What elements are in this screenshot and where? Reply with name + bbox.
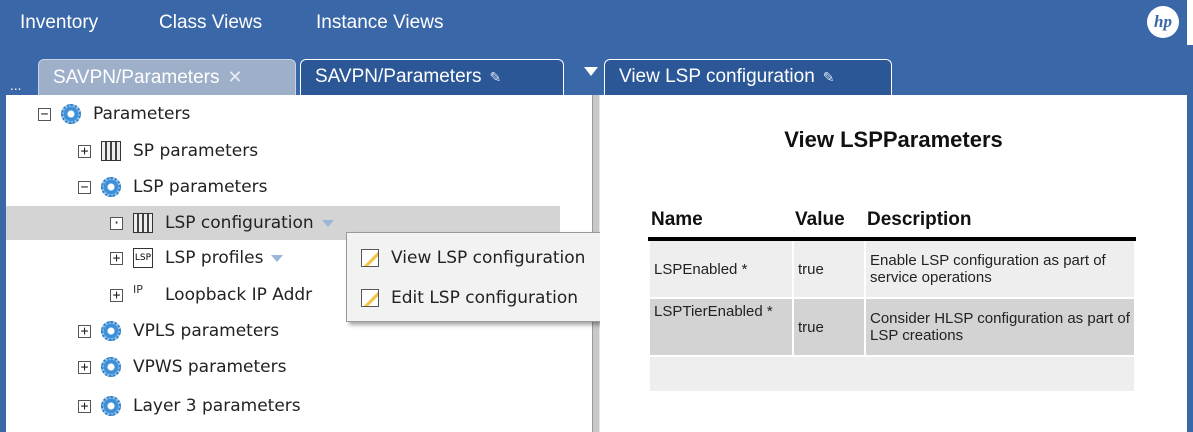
table-row-empty — [648, 355, 1136, 393]
column-header-value: Value — [793, 201, 865, 241]
tab-label: SAVPN/Parameters — [315, 66, 482, 87]
gear-icon — [61, 104, 81, 124]
menu-item-edit-lsp-configuration[interactable]: Edit LSP configuration — [347, 279, 631, 317]
node-menu-dropdown-icon[interactable] — [271, 254, 284, 262]
window-border — [1187, 45, 1193, 432]
loopback-ip-icon: IP — [133, 283, 143, 296]
menu-item-label: View LSP configuration — [391, 248, 586, 268]
param-name: LSPTierEnabled * — [648, 297, 794, 357]
expand-icon[interactable]: + — [78, 360, 91, 374]
tab-savpn-parameters-2[interactable]: SAVPN/Parameters ✎ — [300, 59, 564, 95]
table-row: LSPTierEnabled * true Consider HLSP conf… — [648, 297, 1136, 357]
param-description: Enable LSP configuration as part of serv… — [864, 238, 1136, 299]
pin-icon[interactable]: ✎ — [823, 60, 835, 94]
expand-icon[interactable]: + — [110, 251, 123, 265]
tree-node-label: VPLS parameters — [133, 321, 280, 341]
parameters-table: Name Value Description LSPEnabled * true… — [648, 201, 1136, 393]
tree-node-loopback-ip[interactable]: + IP Loopback IP Addr — [110, 278, 312, 312]
gear-icon — [101, 396, 121, 416]
column-header-name: Name — [649, 201, 793, 241]
gear-icon — [101, 177, 121, 197]
menu-item-label: Edit LSP configuration — [391, 288, 579, 308]
expand-icon[interactable]: + — [78, 399, 91, 413]
close-icon[interactable]: ✕ — [227, 67, 242, 87]
tree-node-layer3-parameters[interactable]: + Layer 3 parameters — [78, 389, 301, 423]
param-description: Consider HLSP configuration as part of L… — [864, 297, 1136, 357]
tab-view-lsp-configuration[interactable]: View LSP configuration ✎ — [604, 59, 892, 95]
param-name: LSPEnabled * — [648, 238, 794, 299]
pin-icon[interactable]: ✎ — [489, 60, 501, 94]
menu-instance-views[interactable]: Instance Views — [316, 12, 443, 34]
tab-label: SAVPN/Parameters — [53, 67, 220, 88]
tree-node-label: VPWS parameters — [133, 357, 287, 377]
tree-node-vpws-parameters[interactable]: + VPWS parameters — [78, 350, 287, 384]
tree-node-lsp-profiles[interactable]: + LSP LSP profiles — [110, 241, 284, 275]
menu-bar: Inventory Class Views Instance Views hp — [6, 0, 1187, 45]
collapse-icon[interactable]: − — [78, 180, 91, 194]
node-menu-dropdown-icon[interactable] — [321, 219, 334, 227]
expand-icon[interactable]: + — [78, 324, 91, 338]
tree-node-label: LSP parameters — [133, 177, 268, 197]
page-title: View LSPParameters — [784, 127, 1003, 152]
tree-node-label: SP parameters — [133, 141, 259, 161]
expand-icon[interactable]: + — [110, 288, 123, 302]
column-header-description: Description — [865, 201, 1135, 241]
tab-strip: ... SAVPN/Parameters ✕ SAVPN/Parameters ✎ … — [6, 45, 1187, 95]
edit-form-icon — [361, 289, 379, 307]
tree-node-label: Parameters — [93, 104, 191, 124]
tab-savpn-parameters-1[interactable]: SAVPN/Parameters ✕ — [38, 59, 296, 95]
tree-node-label: Layer 3 parameters — [133, 396, 301, 416]
collapse-icon[interactable]: − — [38, 107, 51, 121]
hp-logo: hp — [1147, 6, 1179, 38]
expand-icon[interactable]: + — [78, 144, 91, 158]
tree-node-label: Loopback IP Addr — [165, 285, 313, 305]
empty-cell — [648, 355, 1136, 393]
tree-node-vpls-parameters[interactable]: + VPLS parameters — [78, 314, 279, 348]
context-menu: View LSP configuration Edit LSP configur… — [346, 232, 634, 322]
tree-node-parameters[interactable]: − Parameters — [38, 97, 190, 131]
param-value: true — [792, 238, 866, 299]
table-icon — [133, 213, 153, 233]
edit-form-icon — [361, 249, 379, 267]
tab-label: View LSP configuration — [619, 66, 815, 87]
collapse-icon[interactable]: · — [110, 216, 123, 230]
gear-icon — [101, 321, 121, 341]
details-panel: View LSPParameters Name Value Descriptio… — [600, 95, 1187, 432]
menu-class-views[interactable]: Class Views — [159, 12, 262, 34]
lsp-icon: LSP — [133, 248, 153, 268]
table-row: LSPEnabled * true Enable LSP configurati… — [648, 238, 1136, 299]
gear-icon — [101, 357, 121, 377]
tree-node-label: LSP configuration — [165, 213, 314, 233]
tree-node-label: LSP profiles — [165, 248, 264, 268]
tree-node-lsp-parameters[interactable]: − LSP parameters — [78, 170, 268, 204]
param-value: true — [792, 297, 866, 357]
menu-item-view-lsp-configuration[interactable]: View LSP configuration — [347, 239, 631, 277]
menu-inventory[interactable]: Inventory — [20, 12, 98, 34]
table-icon — [101, 141, 121, 161]
tree-node-sp-parameters[interactable]: + SP parameters — [78, 134, 258, 168]
tab-overflow-indicator[interactable]: ... — [10, 79, 21, 93]
tab-list-dropdown-icon[interactable] — [584, 67, 598, 76]
